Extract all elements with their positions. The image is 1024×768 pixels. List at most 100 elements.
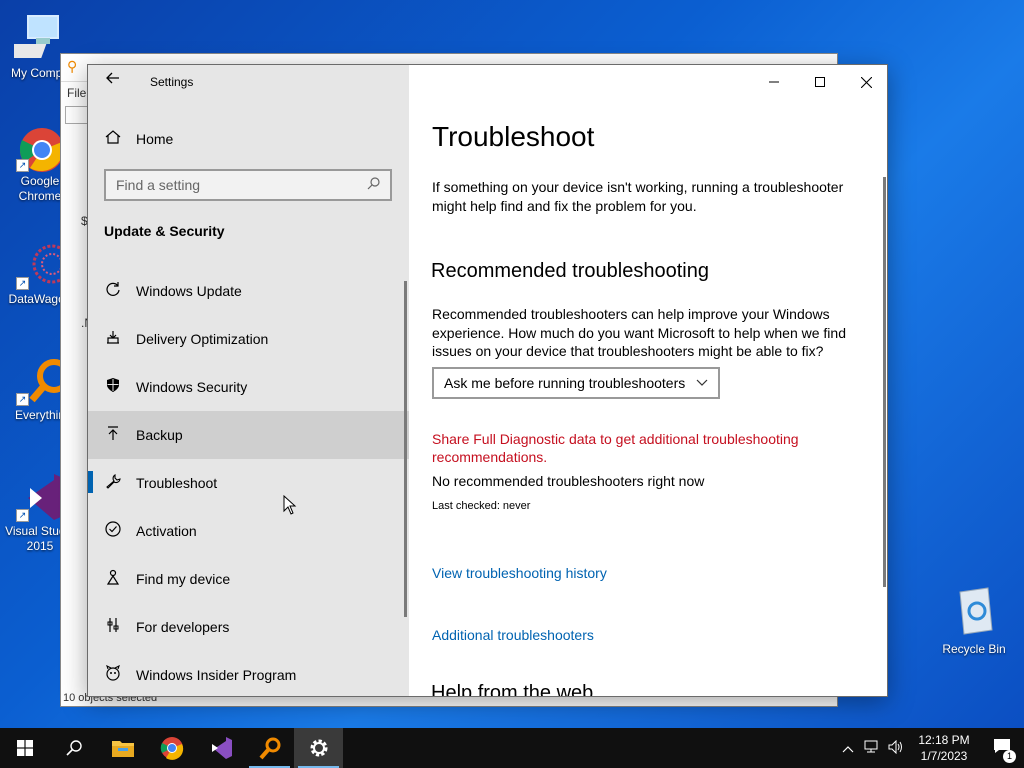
recycle-bin-icon bbox=[948, 584, 1000, 636]
everything-small-icon: ⚲ bbox=[67, 58, 78, 74]
folder-icon bbox=[111, 741, 134, 757]
shortcut-arrow-icon: ↗ bbox=[16, 159, 29, 172]
dropdown-value: Ask me before running troubleshooters bbox=[444, 375, 686, 391]
shortcut-arrow-icon: ↗ bbox=[16, 393, 29, 406]
window-title: Settings bbox=[150, 75, 194, 89]
taskbar-everything[interactable] bbox=[245, 728, 294, 768]
wrench-icon bbox=[88, 473, 136, 493]
taskbar-search-button[interactable] bbox=[49, 728, 98, 768]
shortcut-arrow-icon: ↗ bbox=[16, 509, 29, 522]
maximize-icon bbox=[815, 77, 825, 87]
chrome-icon bbox=[160, 737, 183, 760]
desktop-icon-recycle-bin[interactable]: Recycle Bin bbox=[936, 584, 1012, 656]
minimize-button[interactable] bbox=[751, 65, 797, 99]
backup-icon bbox=[88, 425, 136, 445]
settings-window[interactable]: Settings Home Find a setting Update & Se… bbox=[87, 64, 888, 697]
sidebar-item-windows-security[interactable]: Windows Security bbox=[88, 363, 409, 411]
shield-icon bbox=[88, 377, 136, 397]
taskbar-settings[interactable] bbox=[294, 728, 343, 768]
magnifier-icon: ↗ bbox=[14, 354, 71, 406]
background-window-input[interactable] bbox=[65, 106, 89, 124]
search-placeholder: Find a setting bbox=[116, 177, 201, 193]
person-pin-icon bbox=[88, 569, 136, 589]
clock-time: 12:18 PM bbox=[918, 733, 970, 747]
taskbar: 12:18 PM 1/7/2023 1 bbox=[0, 728, 1024, 768]
windows-logo-icon bbox=[16, 740, 33, 756]
settings-nav-pane: Settings Home Find a setting Update & Se… bbox=[88, 65, 409, 696]
content-scrollbar[interactable] bbox=[883, 177, 886, 587]
recommended-text: Recommended troubleshooters can help imp… bbox=[432, 306, 846, 359]
start-button[interactable] bbox=[0, 728, 49, 768]
page-title: Troubleshoot bbox=[432, 121, 595, 152]
developer-icon bbox=[88, 617, 136, 637]
search-input[interactable]: Find a setting bbox=[104, 169, 392, 201]
sidebar-item-for-developers[interactable]: For developers bbox=[88, 603, 409, 651]
chrome-icon: ↗ bbox=[14, 120, 66, 172]
visual-studio-icon bbox=[211, 737, 232, 759]
back-button[interactable] bbox=[102, 71, 124, 93]
background-window-menu[interactable]: File bbox=[67, 86, 86, 100]
magnifier-icon bbox=[258, 737, 280, 760]
chevron-up-icon[interactable] bbox=[836, 741, 860, 756]
last-checked-text: Last checked: never bbox=[432, 500, 531, 512]
taskbar-visual-studio[interactable] bbox=[196, 728, 245, 768]
sidebar-item-label: Windows Security bbox=[136, 379, 248, 395]
sidebar-item-troubleshoot[interactable]: Troubleshoot bbox=[88, 459, 409, 507]
home-icon bbox=[88, 129, 136, 149]
sidebar-item-find-my-device[interactable]: Find my device bbox=[88, 555, 409, 603]
no-recommended-text: No recommended troubleshooters right now bbox=[432, 473, 705, 489]
system-tray: 12:18 PM 1/7/2023 1 bbox=[836, 728, 1024, 768]
settings-content-pane: Troubleshoot If something on your device… bbox=[409, 65, 887, 697]
nav-list: Windows Update Delivery Optimization Win… bbox=[88, 267, 409, 696]
taskbar-clock[interactable]: 12:18 PM 1/7/2023 bbox=[908, 732, 980, 764]
nav-home-label: Home bbox=[136, 131, 174, 147]
insider-icon bbox=[88, 664, 136, 685]
nav-home[interactable]: Home bbox=[88, 121, 409, 157]
nav-scrollbar[interactable] bbox=[404, 281, 407, 617]
sidebar-item-label: For developers bbox=[136, 619, 230, 635]
intro-text: If something on your device isn't workin… bbox=[432, 179, 844, 214]
check-circle-icon bbox=[88, 521, 136, 541]
view-history-link[interactable]: View troubleshooting history bbox=[432, 565, 607, 581]
notification-badge: 1 bbox=[1003, 749, 1016, 763]
delivery-icon bbox=[88, 329, 136, 349]
sidebar-item-windows-insider-program[interactable]: Windows Insider Program bbox=[88, 651, 409, 696]
search-icon bbox=[367, 177, 380, 193]
sidebar-item-backup[interactable]: Backup bbox=[88, 411, 409, 459]
recycle-bin-label: Recycle Bin bbox=[942, 642, 1006, 656]
sidebar-item-windows-update[interactable]: Windows Update bbox=[88, 267, 409, 315]
close-button[interactable] bbox=[843, 65, 887, 99]
visual-studio-icon: ↗ bbox=[14, 470, 72, 522]
sidebar-item-label: Activation bbox=[136, 523, 197, 539]
sidebar-item-label: Backup bbox=[136, 427, 183, 443]
refresh-icon bbox=[88, 281, 136, 301]
sidebar-item-label: Delivery Optimization bbox=[136, 331, 269, 347]
chevron-down-icon bbox=[696, 376, 708, 390]
taskbar-file-explorer[interactable] bbox=[98, 728, 147, 768]
minimize-icon bbox=[769, 81, 779, 83]
shortcut-arrow-icon: ↗ bbox=[16, 277, 29, 290]
sidebar-item-label: Troubleshoot bbox=[136, 475, 218, 491]
datawagon-icon: ↗ bbox=[14, 238, 72, 290]
sidebar-item-label: Windows Update bbox=[136, 283, 242, 299]
search-icon bbox=[65, 740, 82, 756]
sidebar-item-label: Windows Insider Program bbox=[136, 667, 297, 683]
troubleshooter-preference-dropdown[interactable]: Ask me before running troubleshooters bbox=[432, 367, 720, 399]
computer-icon bbox=[3, 12, 66, 64]
sidebar-item-label: Find my device bbox=[136, 571, 231, 587]
sidebar-item-delivery-optimization[interactable]: Delivery Optimization bbox=[88, 315, 409, 363]
sidebar-item-activation[interactable]: Activation bbox=[88, 507, 409, 555]
volume-icon[interactable] bbox=[884, 739, 908, 757]
additional-troubleshooters-link[interactable]: Additional troubleshooters bbox=[432, 627, 594, 643]
mouse-cursor-icon bbox=[283, 495, 297, 515]
action-center-button[interactable]: 1 bbox=[980, 738, 1024, 763]
recommended-heading: Recommended troubleshooting bbox=[431, 260, 709, 282]
maximize-button[interactable] bbox=[797, 65, 843, 99]
diagnostic-data-link[interactable]: Share Full Diagnostic data to get additi… bbox=[432, 430, 832, 466]
taskbar-chrome[interactable] bbox=[147, 728, 196, 768]
network-icon[interactable] bbox=[860, 740, 884, 757]
help-heading: Help from the web bbox=[431, 682, 594, 697]
clock-date: 1/7/2023 bbox=[920, 749, 968, 763]
gear-icon bbox=[310, 739, 327, 757]
close-icon bbox=[860, 76, 872, 88]
